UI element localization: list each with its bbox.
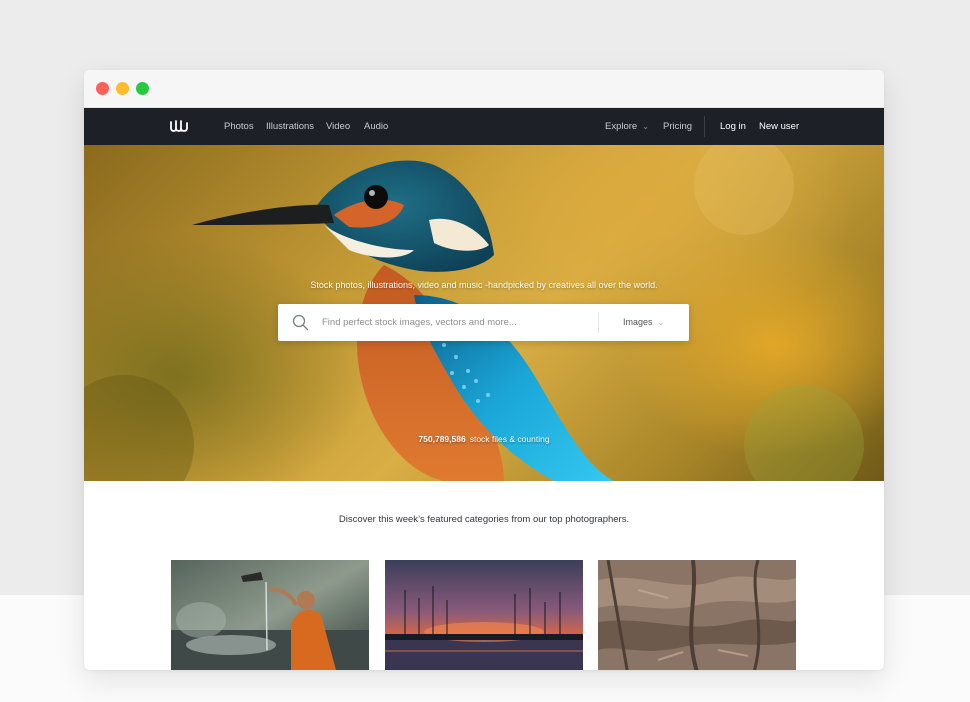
nav-login[interactable]: Log in <box>720 108 746 145</box>
harbor-sunset-image <box>385 560 583 670</box>
nav-audio[interactable]: Audio <box>364 108 388 145</box>
search-input[interactable] <box>322 304 592 341</box>
window-titlebar <box>84 70 884 108</box>
search-type-label: Images <box>623 317 653 327</box>
hero-banner: Stock photos, illustrations, video and m… <box>84 145 884 481</box>
minimize-window-button[interactable] <box>116 82 129 95</box>
wave-logo-icon[interactable] <box>170 118 188 134</box>
top-navbar: Photos Illustrations Video Audio Explore… <box>84 108 884 145</box>
maximize-window-button[interactable] <box>136 82 149 95</box>
monk-water-image <box>171 560 369 670</box>
nav-explore-label: Explore <box>605 121 638 132</box>
browser-window: Photos Illustrations Video Audio Explore… <box>84 70 884 670</box>
search-type-dropdown[interactable]: Images ⌄ <box>623 304 664 341</box>
category-thumb-harbor[interactable] <box>385 560 583 670</box>
nav-video[interactable]: Video <box>326 108 350 145</box>
stock-counter: 750,789,586 stock files & counting <box>84 434 884 444</box>
nav-pricing[interactable]: Pricing <box>663 108 692 145</box>
nav-divider <box>704 116 705 137</box>
search-bar: Images ⌄ <box>278 304 689 341</box>
nav-explore[interactable]: Explore ⌄ <box>605 108 649 145</box>
hero-tagline: Stock photos, illustrations, video and m… <box>310 280 658 290</box>
close-window-button[interactable] <box>96 82 109 95</box>
nav-new-user[interactable]: New user <box>759 108 799 145</box>
search-separator <box>598 312 599 333</box>
tree-bark-image <box>598 560 796 670</box>
search-icon[interactable] <box>292 314 309 331</box>
category-thumb-monk[interactable] <box>171 560 369 670</box>
stock-count-label: stock files & counting <box>469 434 550 444</box>
nav-illustrations[interactable]: Illustrations <box>266 108 314 145</box>
category-thumb-bark[interactable] <box>598 560 796 670</box>
chevron-down-icon: ⌄ <box>657 318 665 327</box>
chevron-down-icon: ⌄ <box>642 122 649 131</box>
featured-heading: Discover this week’s featured categories… <box>338 514 630 525</box>
stock-count-number: 750,789,586 <box>418 434 466 444</box>
nav-photos[interactable]: Photos <box>224 108 254 145</box>
